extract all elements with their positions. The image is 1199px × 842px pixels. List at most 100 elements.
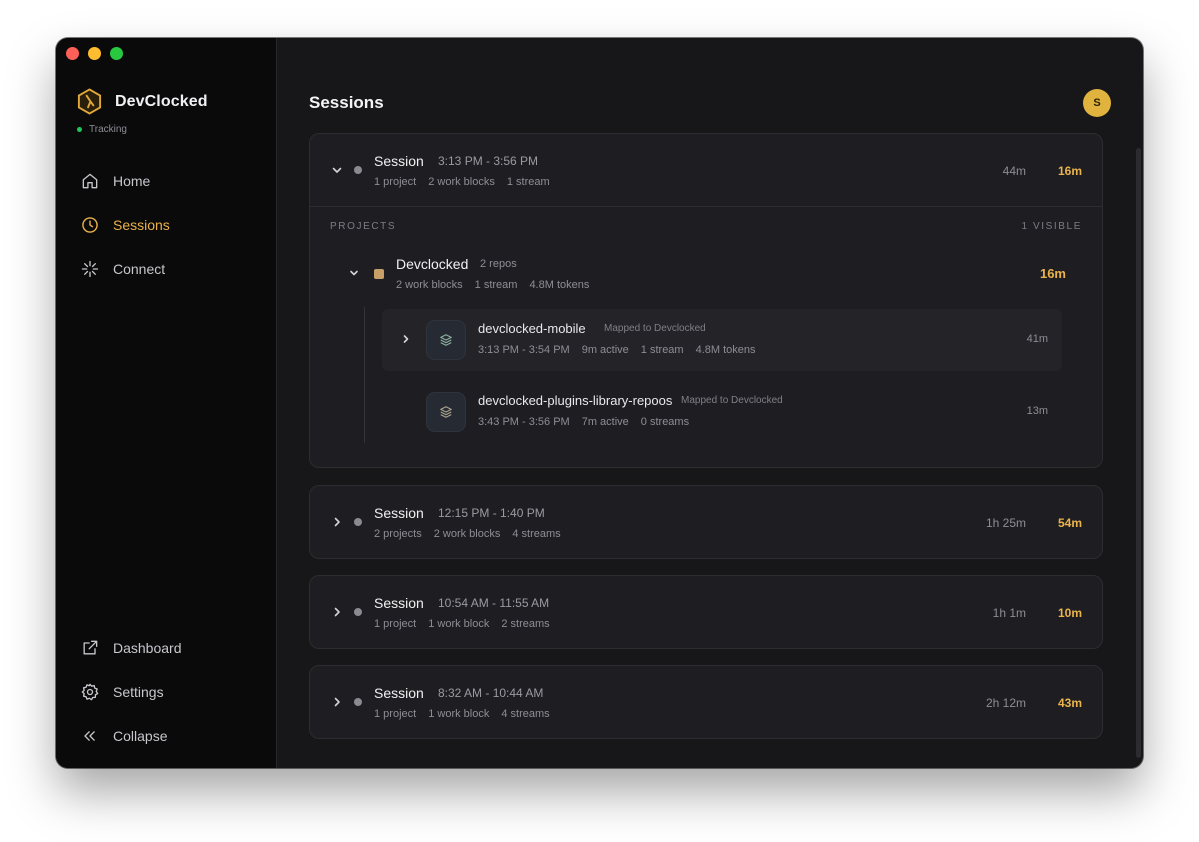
session-meta: 1 project 2 work blocks 1 stream — [374, 176, 550, 188]
session-card: Session 8:32 AM - 10:44 AM 1 project 1 w… — [309, 665, 1103, 739]
nav-label-collapse: Collapse — [113, 728, 168, 744]
session-meta: 2 projects 2 work blocks 4 streams — [374, 528, 561, 540]
repo-meta: 3:13 PM - 3:54 PM 9m active 1 stream 4.8… — [478, 344, 756, 356]
session-active-duration: 10m — [1057, 606, 1082, 620]
session-title: Session — [374, 595, 424, 611]
session-card: Session 12:15 PM - 1:40 PM 2 projects 2 … — [309, 485, 1103, 559]
session-status-dot — [354, 698, 362, 706]
session-total-duration: 1h 25m — [985, 516, 1026, 530]
avatar[interactable]: S — [1083, 89, 1111, 117]
chevron-down-icon[interactable] — [330, 163, 344, 177]
repo-meta-tokens: 4.8M tokens — [695, 344, 756, 356]
nav-item-sessions[interactable]: Sessions — [70, 208, 263, 242]
repo-meta: 3:43 PM - 3:56 PM 7m active 0 streams — [478, 416, 689, 428]
session-meta-work-blocks: 1 work block — [428, 618, 490, 630]
chevron-right-icon[interactable] — [400, 333, 412, 345]
chevron-right-icon[interactable] — [330, 515, 344, 529]
project-meta-tokens: 4.8M tokens — [529, 279, 590, 291]
session-header[interactable]: Session 10:54 AM - 11:55 AM 1 project 1 … — [310, 576, 1102, 648]
nav-item-home[interactable]: Home — [70, 164, 263, 198]
session-time: 10:54 AM - 11:55 AM — [438, 596, 550, 610]
project-meta-work-blocks: 2 work blocks — [396, 279, 463, 291]
external-link-icon — [83, 640, 98, 655]
window-controls — [66, 47, 123, 60]
nav-label-dashboard: Dashboard — [113, 640, 182, 656]
project-meta-streams: 1 stream — [474, 279, 518, 291]
chevron-right-icon[interactable] — [330, 695, 344, 709]
session-title: Session — [374, 685, 424, 701]
session-total-duration: 1h 1m — [992, 606, 1026, 620]
session-header[interactable]: Session 8:32 AM - 10:44 AM 1 project 1 w… — [310, 666, 1102, 738]
nav-item-settings[interactable]: Settings — [70, 675, 263, 709]
session-meta-projects: 1 project — [374, 708, 417, 720]
session-details: PROJECTS 1 VISIBLE Devclocked 2 repos 2 … — [310, 206, 1102, 467]
session-time: 12:15 PM - 1:40 PM — [438, 506, 545, 520]
project-name[interactable]: Devclocked — [396, 256, 468, 272]
project-duration: 16m — [1039, 266, 1066, 281]
projects-heading: PROJECTS — [330, 221, 397, 232]
layers-icon — [426, 392, 466, 432]
nav-item-collapse[interactable]: Collapse — [70, 719, 263, 753]
app-name: DevClocked — [115, 92, 208, 110]
repo-row[interactable]: devclocked-mobile Mapped to Devclocked 3… — [382, 309, 1062, 371]
session-total-duration: 44m — [1002, 164, 1026, 178]
scrollbar[interactable] — [1136, 148, 1141, 758]
session-title: Session — [374, 505, 424, 521]
nav-label-sessions: Sessions — [113, 217, 170, 233]
session-header[interactable]: Session 12:15 PM - 1:40 PM 2 projects 2 … — [310, 486, 1102, 558]
repo-meta-active: 9m active — [581, 344, 629, 356]
chevron-down-icon[interactable] — [348, 267, 360, 279]
repo-duration: 13m — [1026, 405, 1048, 417]
page-title: Sessions — [309, 93, 384, 112]
session-meta-projects: 2 projects — [374, 528, 422, 540]
session-header[interactable]: Session 3:13 PM - 3:56 PM 1 project 2 wo… — [310, 134, 1102, 206]
repo-row[interactable]: devclocked-plugins-library-repoos Mapped… — [382, 381, 1062, 443]
session-active-duration: 16m — [1057, 164, 1082, 178]
zoom-window-button[interactable] — [110, 47, 123, 60]
gear-icon — [81, 683, 99, 701]
repo-name: devclocked-plugins-library-repoos — [478, 393, 673, 408]
session-meta-streams: 4 streams — [512, 528, 561, 540]
repo-meta-streams: 0 streams — [640, 416, 690, 428]
close-window-button[interactable] — [66, 47, 79, 60]
session-meta-streams: 1 stream — [506, 176, 550, 188]
nav-label-connect: Connect — [113, 261, 166, 277]
session-meta-projects: 1 project — [374, 618, 417, 630]
session-title: Session — [374, 153, 424, 169]
nav-label-settings: Settings — [113, 684, 164, 700]
repo-mapping: Mapped to Devclocked — [604, 323, 706, 334]
session-meta: 1 project 1 work block 4 streams — [374, 708, 550, 720]
session-card: Session 10:54 AM - 11:55 AM 1 project 1 … — [309, 575, 1103, 649]
tree-connector-line — [364, 307, 365, 443]
project-repo-count: 2 repos — [480, 258, 517, 270]
double-chevron-left-icon — [84, 731, 95, 741]
devclocked-logo-icon — [77, 88, 102, 115]
session-time: 3:13 PM - 3:56 PM — [438, 154, 539, 168]
session-meta-work-blocks: 2 work blocks — [428, 176, 495, 188]
chevron-right-icon[interactable] — [330, 605, 344, 619]
brand[interactable]: DevClocked — [76, 88, 208, 115]
app-window: DevClocked Tracking Home Sessions Connec… — [56, 38, 1143, 768]
session-meta: 1 project 1 work block 2 streams — [374, 618, 550, 630]
nav-item-connect[interactable]: Connect — [70, 252, 263, 286]
session-status-dot — [354, 518, 362, 526]
session-active-duration: 54m — [1057, 516, 1082, 530]
repo-meta-time: 3:43 PM - 3:56 PM — [478, 416, 570, 428]
session-active-duration: 43m — [1057, 696, 1082, 710]
repo-duration: 41m — [1026, 333, 1048, 345]
connect-icon — [81, 260, 99, 278]
repo-mapping: Mapped to Devclocked — [681, 395, 783, 406]
minimize-window-button[interactable] — [88, 47, 101, 60]
project-meta: 2 work blocks 1 stream 4.8M tokens — [396, 279, 589, 291]
session-card: Session 3:13 PM - 3:56 PM 1 project 2 wo… — [309, 133, 1103, 468]
session-status-dot — [354, 608, 362, 616]
main-content: Sessions S Session 3:13 PM - 3:56 PM 1 p… — [277, 38, 1143, 768]
nav-item-dashboard[interactable]: Dashboard — [70, 631, 263, 665]
nav-label-home: Home — [113, 173, 151, 189]
visible-count: 1 VISIBLE — [1021, 221, 1082, 232]
session-meta-work-blocks: 2 work blocks — [433, 528, 501, 540]
session-total-duration: 2h 12m — [985, 696, 1026, 710]
layers-icon — [426, 320, 466, 360]
session-status-dot — [354, 166, 362, 174]
session-meta-streams: 4 streams — [501, 708, 550, 720]
